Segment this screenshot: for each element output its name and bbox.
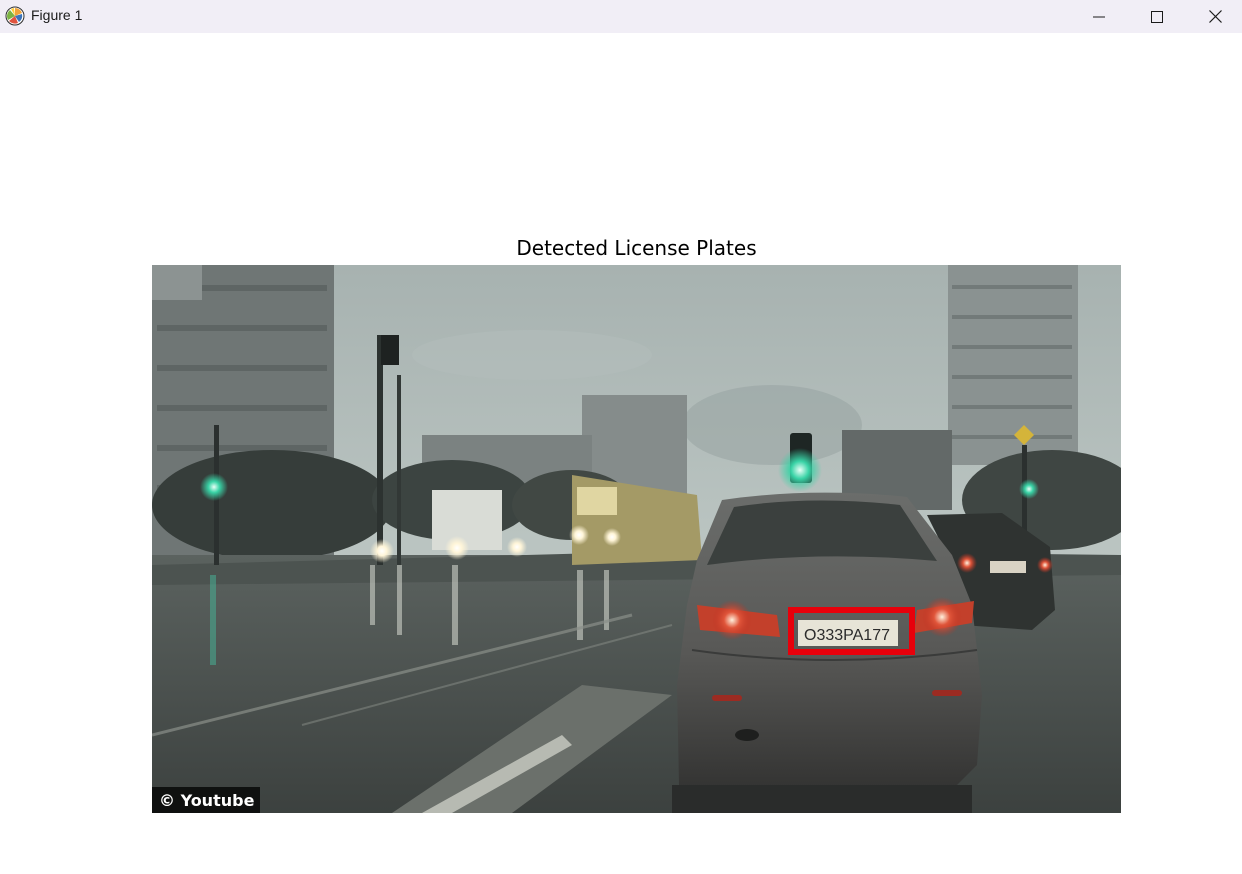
matplotlib-logo-icon: [5, 6, 25, 26]
window-titlebar: Figure 1: [0, 0, 1242, 33]
close-button[interactable]: [1186, 0, 1242, 33]
window-title: Figure 1: [31, 7, 83, 23]
youtube-watermark: © Youtube: [159, 791, 255, 810]
plot-title: Detected License Plates: [516, 236, 757, 260]
minimize-icon: [1093, 11, 1105, 23]
minimize-button[interactable]: [1070, 0, 1128, 33]
maximize-icon: [1151, 10, 1163, 23]
close-icon: [1208, 10, 1222, 23]
license-plate-text: O333PA177: [804, 627, 890, 644]
maximize-button[interactable]: [1128, 0, 1186, 33]
dashcam-image: O333PA177 © Youtube: [152, 265, 1121, 813]
